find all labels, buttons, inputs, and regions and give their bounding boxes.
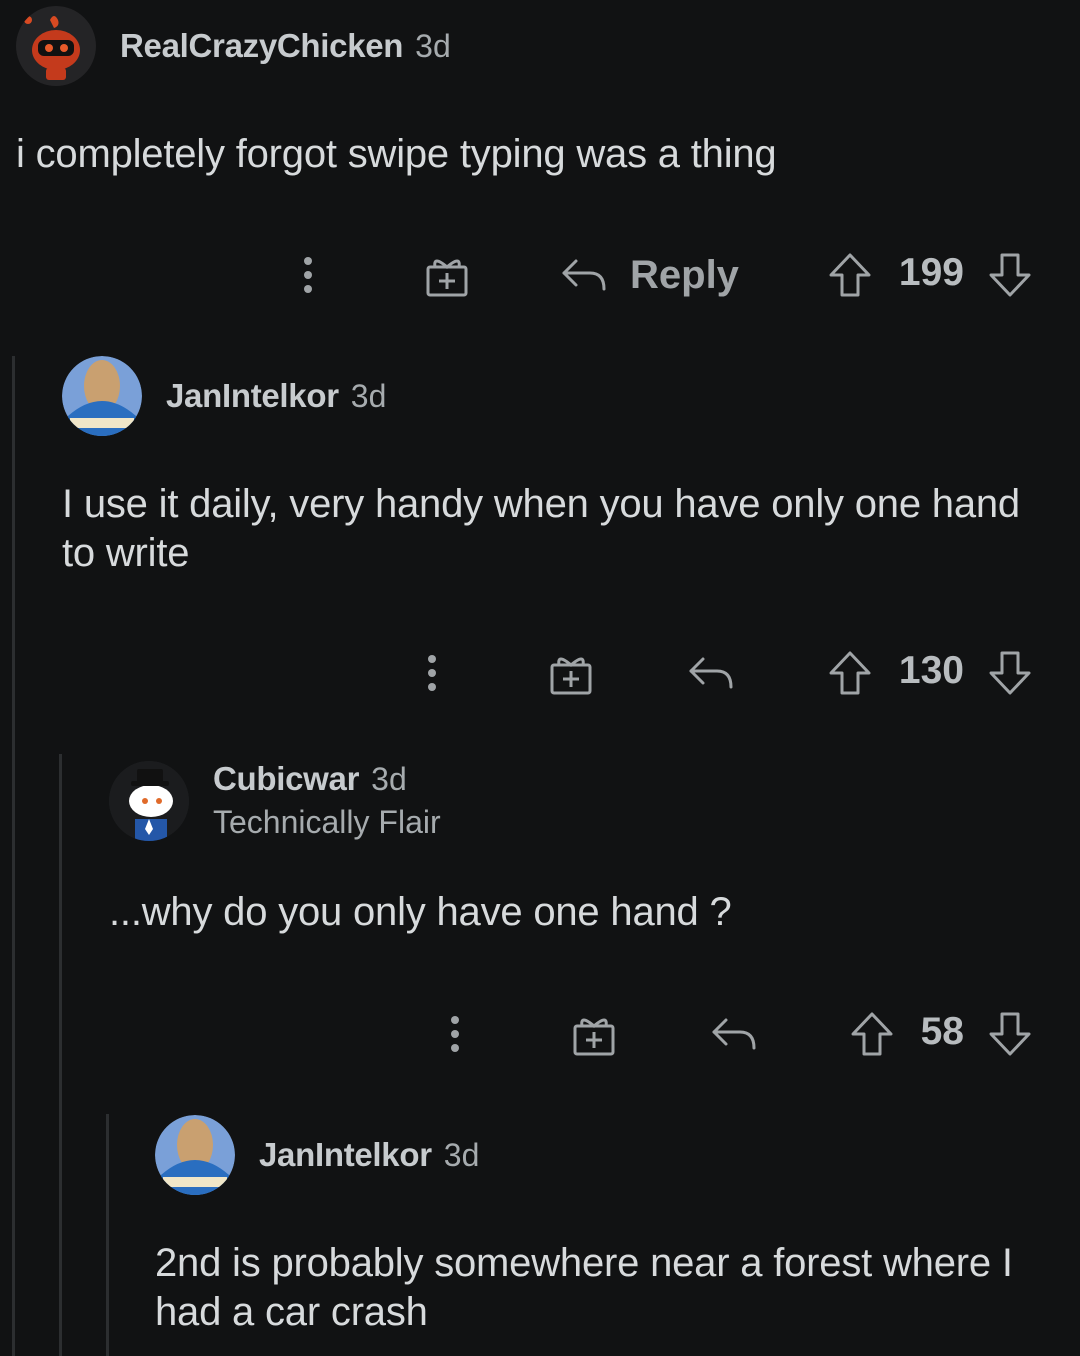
reply-arrow-icon xyxy=(689,657,733,689)
avatar[interactable] xyxy=(109,760,189,841)
comment-header: Cubicwar 3d Technically Flair xyxy=(109,760,441,841)
more-vertical-icon xyxy=(451,1016,459,1052)
award-button[interactable] xyxy=(420,245,474,305)
comment-header: JanIntelkor 3d xyxy=(155,1115,479,1195)
photo-avatar-icon xyxy=(62,356,142,436)
upvote-button[interactable] xyxy=(824,245,876,305)
username[interactable]: JanIntelkor xyxy=(259,1136,432,1174)
avatar[interactable] xyxy=(62,356,142,436)
upvote-arrow-icon xyxy=(851,1012,893,1056)
comment-body: ...why do you only have one hand ? xyxy=(109,890,732,934)
comment-actions: Reply 199 xyxy=(0,245,1080,305)
comment-header: JanIntelkor 3d xyxy=(62,356,386,436)
photo-avatar-icon xyxy=(155,1115,235,1195)
downvote-button[interactable] xyxy=(984,245,1036,305)
comment-actions: 58 xyxy=(0,1004,1080,1064)
thread-line-level-1[interactable] xyxy=(12,356,15,1356)
avatar[interactable] xyxy=(16,6,96,86)
username[interactable]: Cubicwar xyxy=(213,760,359,798)
comment-age: 3d xyxy=(371,761,407,797)
upvote-button[interactable] xyxy=(846,1004,898,1064)
downvote-arrow-icon xyxy=(989,253,1031,297)
reply-button[interactable] xyxy=(684,643,738,703)
reply-label: Reply xyxy=(630,252,739,297)
gift-icon xyxy=(550,657,592,695)
vote-score: 199 xyxy=(898,251,964,294)
comment-age: 3d xyxy=(443,1137,480,1173)
username[interactable]: RealCrazyChicken xyxy=(120,27,403,65)
thread-line-level-3[interactable] xyxy=(106,1114,109,1356)
downvote-button[interactable] xyxy=(984,1004,1036,1064)
downvote-arrow-icon xyxy=(989,1012,1031,1056)
comment-body: i completely forgot swipe typing was a t… xyxy=(16,132,777,176)
comment-age: 3d xyxy=(415,28,451,64)
upvote-arrow-icon xyxy=(829,651,871,695)
snoo-top-hat-avatar-icon xyxy=(109,760,189,841)
username[interactable]: JanIntelkor xyxy=(166,377,339,415)
more-options-button[interactable] xyxy=(437,1004,473,1064)
reply-arrow-icon xyxy=(712,1018,756,1050)
robot-chicken-avatar-icon xyxy=(16,6,96,86)
downvote-arrow-icon xyxy=(989,651,1031,695)
comment-body: I use it daily, very handy when you have… xyxy=(62,482,1020,575)
more-options-button[interactable] xyxy=(290,245,326,305)
award-button[interactable] xyxy=(544,643,598,703)
comment-age: 3d xyxy=(350,378,387,414)
user-flair: Technically Flair xyxy=(213,804,441,840)
reply-button[interactable]: Reply xyxy=(560,245,740,305)
more-options-button[interactable] xyxy=(414,643,450,703)
more-vertical-icon xyxy=(304,257,312,293)
gift-icon xyxy=(426,259,468,297)
comment-header: RealCrazyChicken 3d xyxy=(16,6,451,86)
vote-score: 130 xyxy=(898,649,964,692)
upvote-arrow-icon xyxy=(829,253,871,297)
comment-actions: 130 xyxy=(0,643,1080,703)
reply-button[interactable] xyxy=(707,1004,761,1064)
upvote-button[interactable] xyxy=(824,643,876,703)
comment-body: 2nd is probably somewhere near a forest … xyxy=(155,1241,1013,1334)
vote-score: 58 xyxy=(920,1010,964,1053)
downvote-button[interactable] xyxy=(984,643,1036,703)
gift-icon xyxy=(573,1018,615,1056)
avatar[interactable] xyxy=(155,1115,235,1195)
award-button[interactable] xyxy=(567,1004,621,1064)
more-vertical-icon xyxy=(428,655,436,691)
reply-arrow-icon xyxy=(562,259,606,291)
